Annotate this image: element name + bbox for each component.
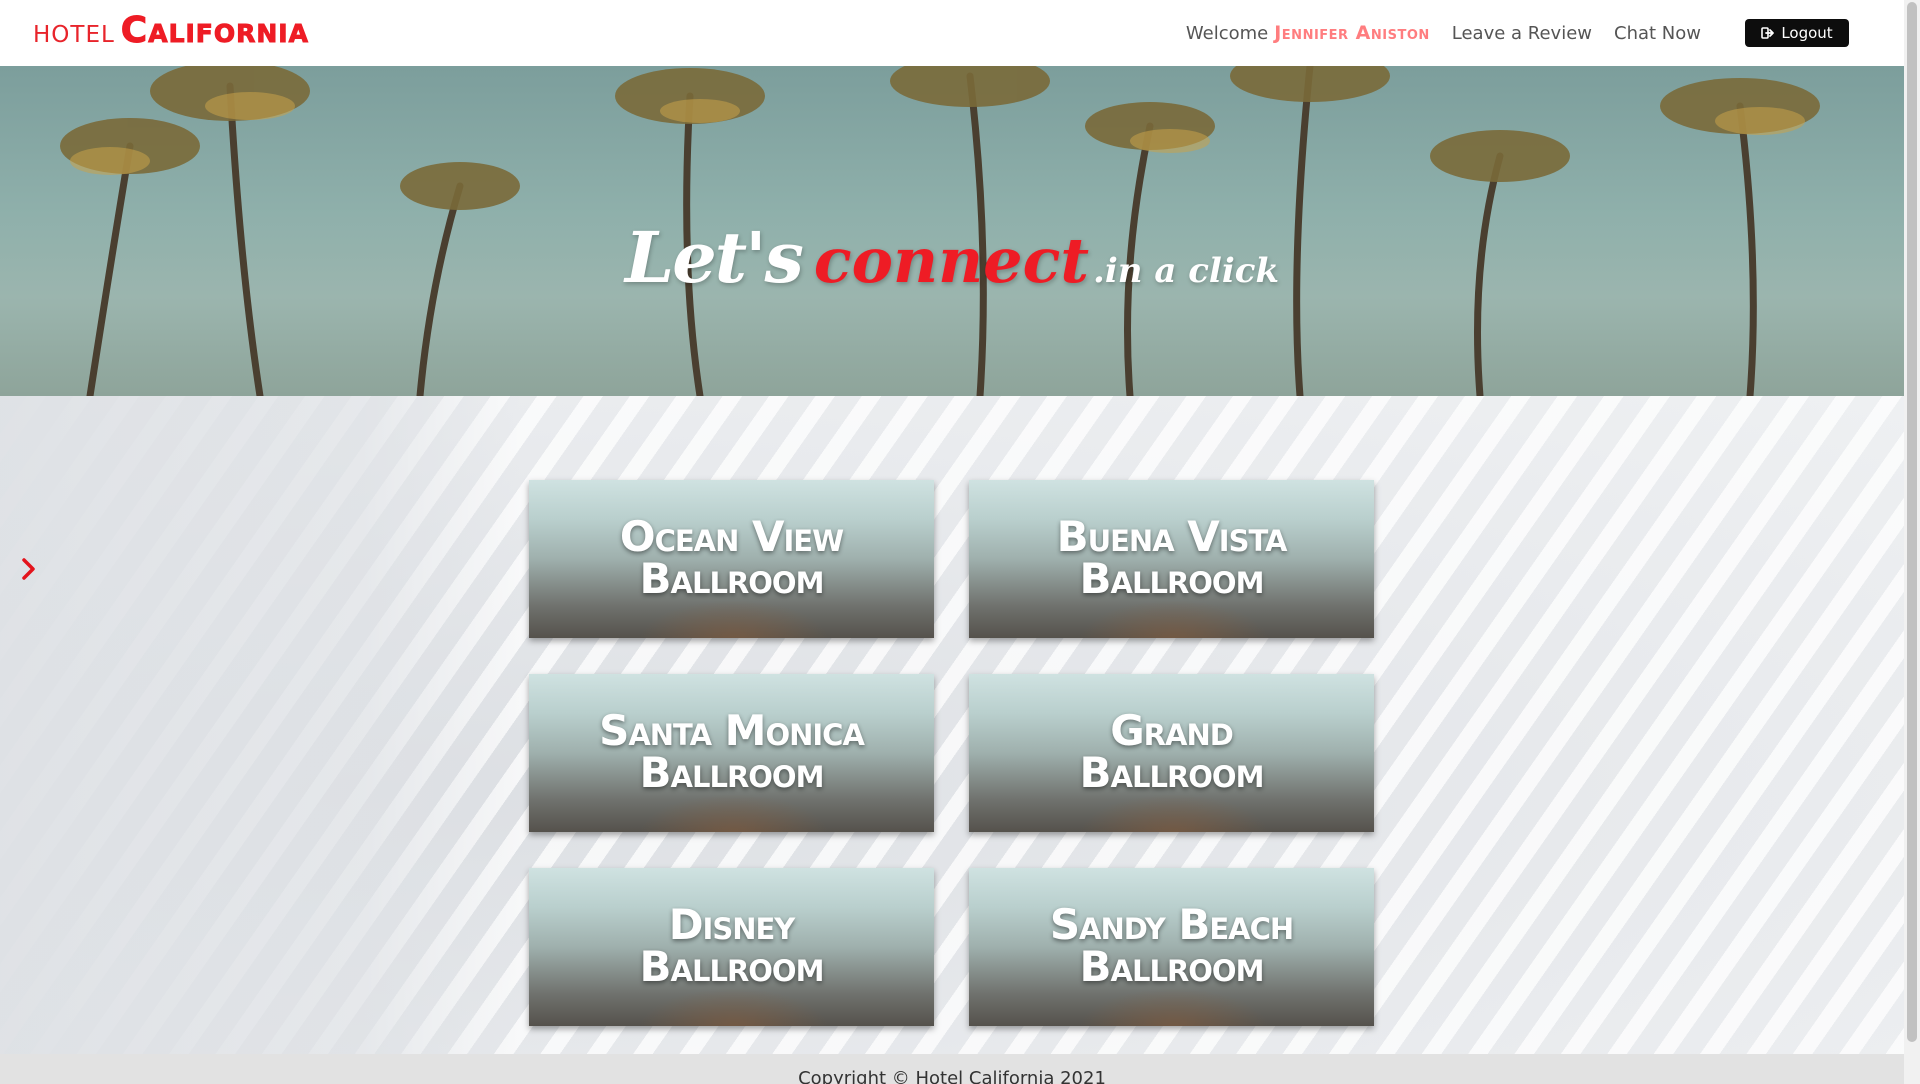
user-name: Jennifer Aniston — [1274, 22, 1430, 44]
ballroom-card-grand[interactable]: Grand Ballroom — [969, 674, 1374, 832]
tagline-part1: Let's — [624, 216, 804, 299]
ballroom-name: Disney — [668, 900, 796, 949]
ballroom-card-sandy-beach[interactable]: Sandy Beach Ballroom — [969, 868, 1374, 1026]
ballroom-section: Ocean View Ballroom Buena Vista Ballroom… — [0, 396, 1904, 1054]
page-scrollbar[interactable] — [1904, 0, 1920, 1084]
welcome-label: Welcome — [1185, 23, 1269, 44]
tagline-part3: .in a click — [1093, 251, 1280, 291]
brand-prefix: HOTEL — [33, 22, 115, 48]
hero-banner: Let's connect .in a click — [0, 66, 1904, 396]
logout-label: Logout — [1781, 24, 1833, 42]
ballroom-title: Sandy Beach Ballroom — [969, 904, 1374, 988]
nav-menu: Welcome Jennifer Aniston Leave a Review C… — [1164, 17, 1849, 49]
tagline-part2: connect — [813, 224, 1090, 297]
ballroom-title: Ocean View Ballroom — [529, 516, 934, 600]
ballroom-card-santa-monica[interactable]: Santa Monica Ballroom — [529, 674, 934, 832]
logout-icon — [1761, 27, 1775, 39]
top-navbar: HOTEL California Welcome Jennifer Aniston… — [0, 0, 1904, 66]
ballroom-label: Ballroom — [1079, 554, 1265, 603]
logout-button[interactable]: Logout — [1745, 19, 1849, 47]
leave-review-link[interactable]: Leave a Review — [1452, 23, 1592, 44]
ballroom-name: Buena Vista — [1056, 512, 1288, 561]
ballroom-label: Ballroom — [1079, 942, 1265, 991]
ballroom-card-ocean-view[interactable]: Ocean View Ballroom — [529, 480, 934, 638]
brand-logo[interactable]: HOTEL California — [33, 10, 309, 54]
chat-now-link[interactable]: Chat Now — [1614, 23, 1701, 44]
chevron-right-icon[interactable] — [18, 554, 40, 584]
page-footer: Copyright © Hotel California 2021 — [0, 1054, 1904, 1084]
ballroom-label: Ballroom — [639, 748, 825, 797]
brand-name: California — [120, 10, 309, 52]
ballroom-name: Ocean View — [619, 512, 844, 561]
ballroom-card-buena-vista[interactable]: Buena Vista Ballroom — [969, 480, 1374, 638]
ballroom-name: Santa Monica — [599, 706, 865, 755]
welcome-message: Welcome Jennifer Aniston — [1186, 22, 1430, 44]
ballroom-label: Ballroom — [1079, 748, 1265, 797]
ballroom-label: Ballroom — [639, 942, 825, 991]
ballroom-card-disney[interactable]: Disney Ballroom — [529, 868, 934, 1026]
footer-copyright: Copyright © Hotel California 2021 — [798, 1068, 1106, 1084]
ballroom-name: Grand — [1110, 706, 1234, 755]
ballroom-name: Sandy Beach — [1049, 900, 1294, 949]
ballroom-title: Buena Vista Ballroom — [969, 516, 1374, 600]
ballroom-title: Grand Ballroom — [969, 710, 1374, 794]
ballroom-title: Santa Monica Ballroom — [529, 710, 934, 794]
ballroom-label: Ballroom — [639, 554, 825, 603]
scrollbar-thumb[interactable] — [1907, 2, 1917, 1042]
ballroom-title: Disney Ballroom — [529, 904, 934, 988]
hero-tagline: Let's connect .in a click — [0, 216, 1904, 299]
